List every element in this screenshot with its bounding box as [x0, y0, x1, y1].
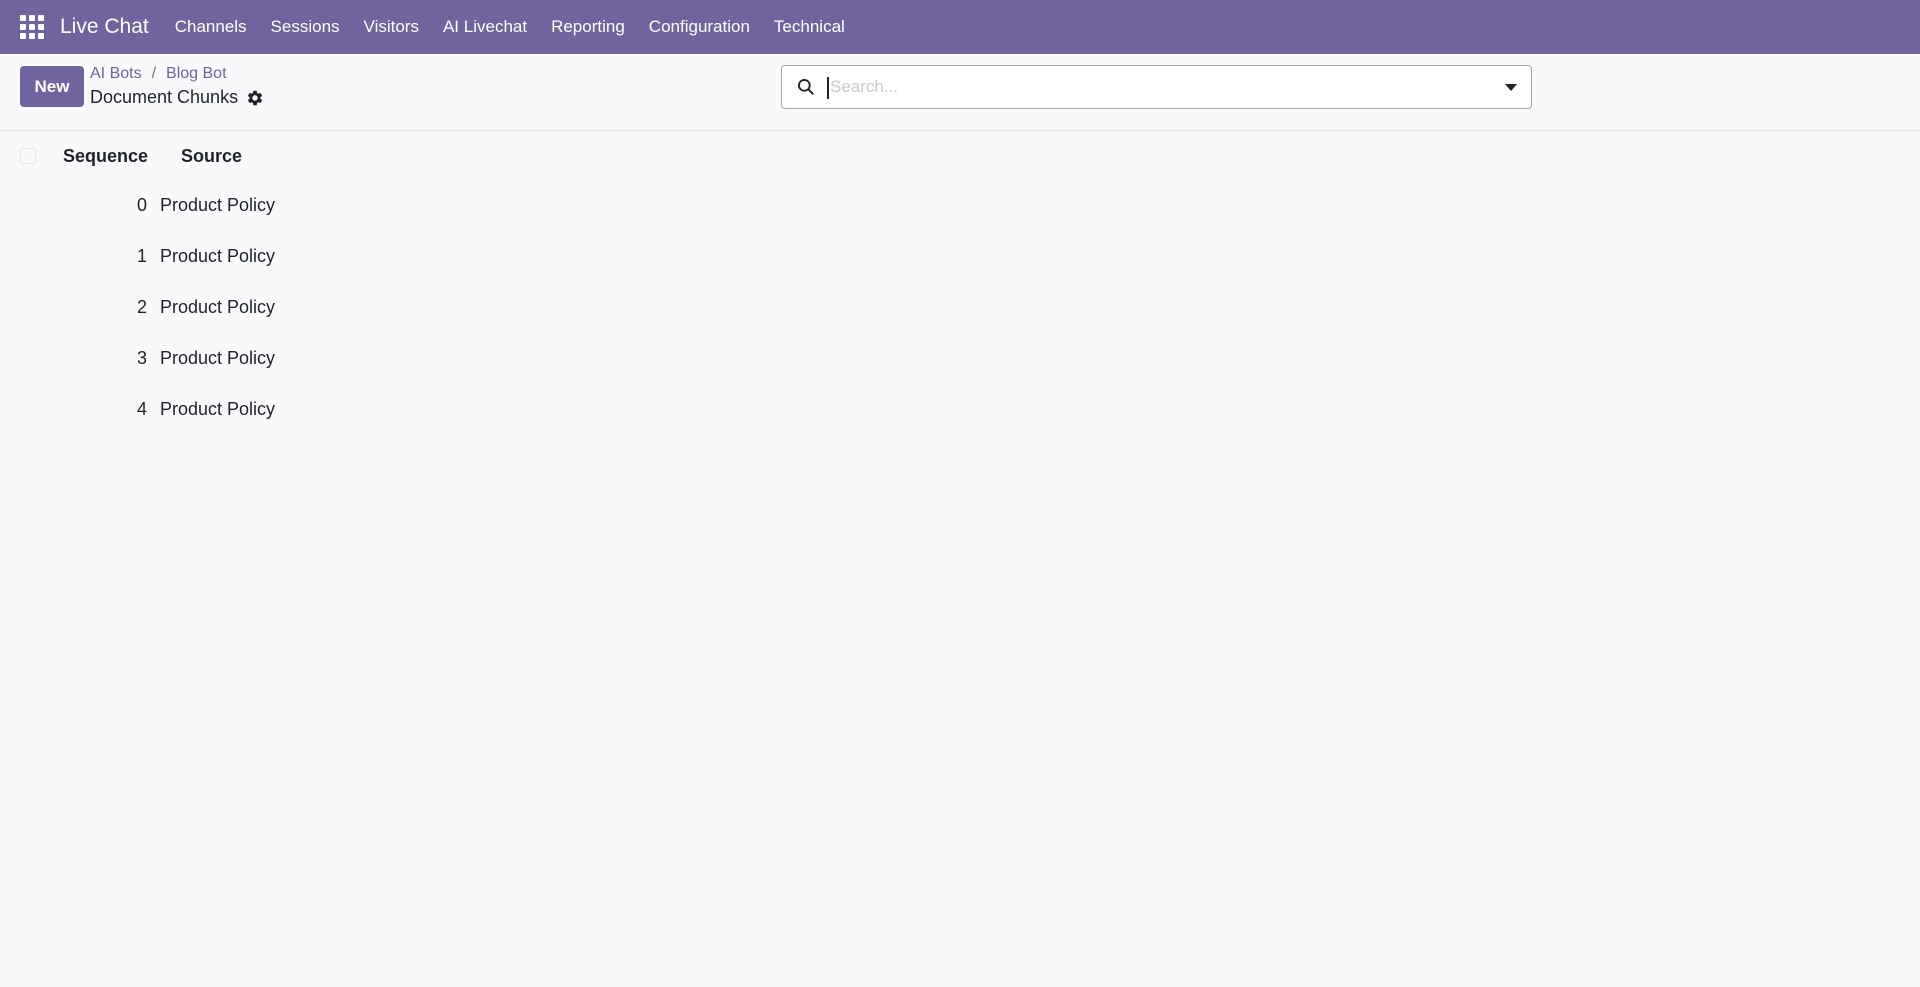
- table-row[interactable]: 2 Product Policy: [0, 282, 1920, 333]
- menu-item-technical[interactable]: Technical: [762, 0, 857, 54]
- breadcrumb: AI Bots / Blog Bot: [90, 65, 227, 83]
- table-row[interactable]: 4 Product Policy: [0, 384, 1920, 435]
- main-menu: Channels Sessions Visitors AI Livechat R…: [163, 0, 857, 54]
- cell-sequence: 2: [136, 297, 147, 317]
- cell-sequence: 4: [136, 399, 147, 419]
- search-icon: [796, 77, 816, 97]
- table-row[interactable]: 1 Product Policy: [0, 231, 1920, 282]
- column-header-sequence[interactable]: Sequence: [63, 146, 175, 167]
- cell-sequence: 3: [136, 348, 147, 368]
- menu-item-configuration[interactable]: Configuration: [637, 0, 762, 54]
- breadcrumb-ai-bots[interactable]: AI Bots: [90, 65, 142, 83]
- search-options-toggle[interactable]: [1491, 67, 1531, 107]
- breadcrumb-blog-bot[interactable]: Blog Bot: [166, 65, 226, 83]
- gear-icon[interactable]: [246, 89, 264, 107]
- page-title: Document Chunks: [90, 87, 239, 107]
- search-input[interactable]: [828, 67, 1491, 107]
- document-chunks-list: Sequence Source 0 Product Policy 1 Produ…: [0, 132, 1920, 435]
- breadcrumb-separator: /: [151, 65, 157, 82]
- menu-item-sessions[interactable]: Sessions: [259, 0, 352, 54]
- cell-source: Product Policy: [160, 246, 276, 266]
- app-name[interactable]: Live Chat: [60, 15, 149, 39]
- cell-source: Product Policy: [160, 195, 276, 215]
- table-row[interactable]: 0 Product Policy: [0, 180, 1920, 231]
- new-button[interactable]: New: [20, 66, 84, 107]
- text-cursor: [827, 77, 829, 99]
- search-box: [781, 65, 1532, 109]
- menu-item-channels[interactable]: Channels: [163, 0, 259, 54]
- cell-source: Product Policy: [160, 348, 276, 368]
- cell-sequence: 0: [136, 195, 147, 215]
- page-title-row: Document Chunks: [90, 87, 264, 108]
- select-all-checkbox[interactable]: [20, 148, 36, 164]
- column-header-source[interactable]: Source: [181, 146, 242, 167]
- cell-source: Product Policy: [160, 399, 276, 419]
- list-header: Sequence Source: [0, 132, 1920, 180]
- control-panel: New AI Bots / Blog Bot Document Chunks: [0, 54, 1920, 131]
- table-row[interactable]: 3 Product Policy: [0, 333, 1920, 384]
- menu-item-visitors[interactable]: Visitors: [352, 0, 431, 54]
- apps-menu-icon[interactable]: [20, 15, 44, 39]
- cell-sequence: 1: [136, 246, 147, 266]
- top-navbar: Live Chat Channels Sessions Visitors AI …: [0, 0, 1920, 54]
- caret-down-icon: [1505, 83, 1517, 91]
- cell-source: Product Policy: [160, 297, 276, 317]
- menu-item-ai-livechat[interactable]: AI Livechat: [431, 0, 539, 54]
- menu-item-reporting[interactable]: Reporting: [539, 0, 637, 54]
